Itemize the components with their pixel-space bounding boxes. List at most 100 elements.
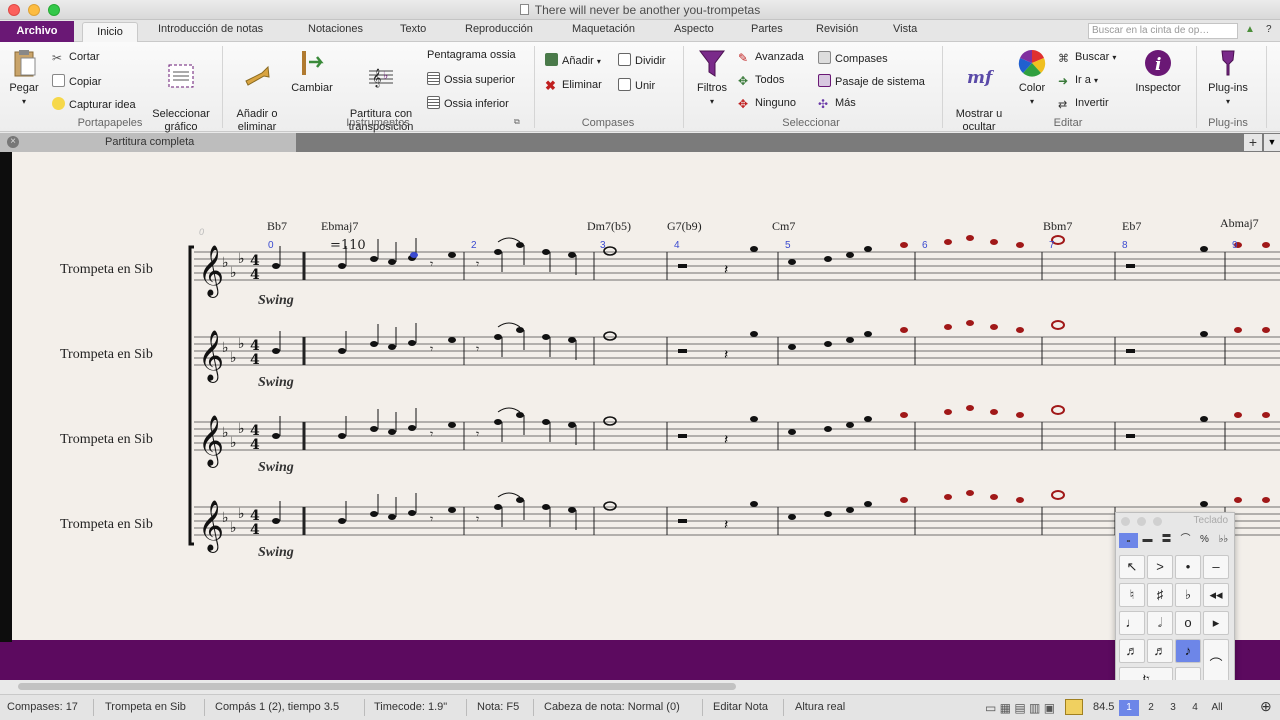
mas-button[interactable]: ✣ Más bbox=[818, 97, 856, 111]
avanzada-button[interactable]: ✎ Avanzada bbox=[738, 51, 804, 65]
keypad-whole-key[interactable]: o bbox=[1175, 611, 1201, 635]
instrument-name[interactable]: Trompeta en Sib bbox=[60, 347, 153, 363]
tab-aspecto[interactable]: Aspecto bbox=[674, 23, 714, 35]
anadir-eliminar-button[interactable]: Añadir o eliminar bbox=[228, 48, 286, 134]
keypad-play-key[interactable]: ▸ bbox=[1203, 611, 1229, 635]
help-icon[interactable]: ? bbox=[1266, 24, 1272, 35]
instrumentos-launcher-icon[interactable]: ⧉ bbox=[514, 117, 520, 127]
tab-partes[interactable]: Partes bbox=[751, 23, 783, 35]
new-tab-button[interactable]: + bbox=[1244, 134, 1262, 151]
keypad-tab-notes[interactable]: ▬ bbox=[1138, 533, 1157, 548]
score-canvas[interactable]: 𝄞♭♭♭ 44𝄞♭♭♭ 44𝄞♭♭♭ 44𝄞♭♭♭ 44 𝄾 𝄾 𝄽𝄾 𝄾 𝄽𝄾 𝄾 𝄽𝄾 𝄾 𝄽 0 … bbox=[12, 152, 1280, 640]
tab-inicio[interactable]: Inicio bbox=[82, 22, 138, 43]
invertir-button[interactable]: ⇄ Invertir bbox=[1058, 97, 1109, 111]
keypad-tab-jazz[interactable]: % bbox=[1195, 533, 1214, 548]
horizontal-scrollbar[interactable] bbox=[0, 680, 1280, 694]
cambiar-button[interactable]: Cambiar bbox=[288, 48, 336, 95]
tab-maquetacion[interactable]: Maquetación bbox=[572, 23, 635, 35]
tab-notaciones[interactable]: Notaciones bbox=[308, 23, 363, 35]
chord-symbol[interactable]: Abmaj7 bbox=[1220, 216, 1259, 231]
tab-menu-icon[interactable]: ▼ bbox=[1264, 134, 1280, 151]
layer-1-button[interactable]: 1 bbox=[1119, 700, 1139, 716]
ossia-inferior-button[interactable]: Ossia inferior bbox=[427, 96, 509, 110]
layer-4-button[interactable]: 4 bbox=[1185, 700, 1205, 716]
unir-button[interactable]: Unir bbox=[618, 78, 655, 92]
anadir-compas-button[interactable]: Añadir ▾ bbox=[545, 53, 601, 67]
eliminar-compas-button[interactable]: ✖ Eliminar bbox=[545, 78, 602, 93]
status-zoom[interactable]: 84.5 bbox=[1093, 701, 1114, 713]
keypad-flat-key[interactable]: ♭ bbox=[1175, 583, 1201, 607]
ir-a-button[interactable]: ➜ Ir a ▾ bbox=[1058, 74, 1098, 88]
chord-symbol[interactable]: Bb7 bbox=[267, 219, 287, 234]
note-head bbox=[900, 242, 908, 248]
keypad-32nd-key[interactable]: ♬ bbox=[1119, 639, 1145, 663]
buscar-button[interactable]: ⌘ Buscar ▾ bbox=[1058, 51, 1116, 65]
keypad-natural-key[interactable]: ♮ bbox=[1119, 583, 1145, 607]
color-button[interactable]: Color ▾ bbox=[1012, 48, 1052, 108]
plugins-button[interactable]: Plug-ins ▾ bbox=[1200, 48, 1256, 108]
style-mark[interactable]: Swing bbox=[258, 460, 294, 476]
layer-all-button[interactable]: All bbox=[1207, 700, 1227, 716]
pentagrama-ossia-button[interactable]: Pentagrama ossia bbox=[427, 49, 516, 61]
score-page[interactable]: 𝄞 ♭ ♭ ♭ 4 4 𝄞 ♭ ♭ ♭ 4 4 𝄞 ♭ ♭ ♭ 4 4 𝄞 ♭ ♭ ♭ 4 4 𝄾 𝄾 𝄽 𝄾 𝄾 𝄽 𝄾 𝄾 𝄽 𝄾 𝄾 𝄽 0 … bbox=[12, 152, 1280, 640]
keypad-staccato-key[interactable]: • bbox=[1175, 555, 1201, 579]
pegar-button[interactable]: Pegar ▾ bbox=[4, 48, 44, 108]
pasaje-sistema-button[interactable]: Pasaje de sistema bbox=[818, 74, 925, 88]
keypad-tab-tuplets[interactable]: ⌒ bbox=[1176, 533, 1195, 548]
chord-symbol[interactable]: Cm7 bbox=[772, 219, 795, 234]
chord-symbol[interactable]: Dm7(b5) bbox=[587, 219, 631, 234]
notes[interactable]: 𝄾 𝄾 𝄽 𝄾 𝄾 𝄽 𝄾 𝄾 𝄽 𝄾 𝄾 𝄽 bbox=[272, 235, 1270, 532]
keypad-tab-common[interactable]: 𝅝 bbox=[1119, 533, 1138, 548]
chord-symbol[interactable]: Eb7 bbox=[1122, 219, 1141, 234]
tab-partitura-completa[interactable]: × Partitura completa bbox=[0, 133, 296, 152]
dividir-button[interactable]: Dividir bbox=[618, 53, 666, 67]
tempo-mark[interactable]: =110 bbox=[330, 238, 366, 253]
layer-3-button[interactable]: 3 bbox=[1163, 700, 1183, 716]
close-tab-icon[interactable]: × bbox=[7, 136, 19, 148]
copiar-button[interactable]: Copiar bbox=[52, 74, 101, 88]
chord-symbol[interactable]: Bbm7 bbox=[1043, 219, 1072, 234]
inspector-button[interactable]: i Inspector bbox=[1128, 48, 1188, 95]
tab-vista[interactable]: Vista bbox=[893, 23, 917, 35]
instrument-name[interactable]: Trompeta en Sib bbox=[60, 432, 153, 448]
mostrar-ocultar-button[interactable]: mf Mostrar u ocultar bbox=[948, 48, 1010, 134]
layer-2-button[interactable]: 2 bbox=[1141, 700, 1161, 716]
tab-revision[interactable]: Revisión bbox=[816, 23, 858, 35]
keypad-half-key[interactable]: 𝅗𝅥 bbox=[1147, 611, 1173, 635]
keypad-accent-key[interactable]: > bbox=[1147, 555, 1173, 579]
keypad-tenuto-key[interactable]: – bbox=[1203, 555, 1229, 579]
keypad-quarter-key[interactable]: ♩ bbox=[1119, 611, 1145, 635]
keypad-16th-key[interactable]: ♬ bbox=[1147, 639, 1173, 663]
chord-symbol[interactable]: G7(b9) bbox=[667, 219, 702, 234]
keypad-sharp-key[interactable]: ♯ bbox=[1147, 583, 1173, 607]
instrument-name[interactable]: Trompeta en Sib bbox=[60, 262, 153, 278]
tab-introduccion-notas[interactable]: Introducción de notas bbox=[158, 23, 263, 35]
style-mark[interactable]: Swing bbox=[258, 545, 294, 561]
tab-texto[interactable]: Texto bbox=[400, 23, 426, 35]
keypad-rewind-key[interactable]: ◂◂ bbox=[1203, 583, 1229, 607]
compases-select-button[interactable]: Compases bbox=[818, 51, 888, 65]
view-mode-icons[interactable]: ▭ ▦ ▤ ▥ ▣ bbox=[985, 701, 1055, 715]
horizontal-scroll-thumb[interactable] bbox=[18, 683, 736, 690]
filtros-button[interactable]: Filtros ▾ bbox=[692, 48, 732, 108]
cortar-button[interactable]: ✂ Cortar bbox=[52, 51, 100, 65]
capturar-idea-button[interactable]: Capturar idea bbox=[52, 97, 136, 111]
collapse-ribbon-icon[interactable]: ▲ bbox=[1245, 24, 1255, 35]
focus-view-icon[interactable] bbox=[1065, 699, 1083, 715]
instrument-name[interactable]: Trompeta en Sib bbox=[60, 517, 153, 533]
chord-symbol[interactable]: Ebmaj7 bbox=[321, 219, 358, 234]
keypad-tab-beams[interactable]: 〓 bbox=[1157, 533, 1176, 548]
zoom-in-icon[interactable]: ⊕ bbox=[1260, 698, 1272, 715]
tab-archivo[interactable]: Archivo bbox=[0, 21, 74, 42]
keypad-eighth-key[interactable]: ♪ bbox=[1175, 639, 1201, 663]
ninguno-button[interactable]: ✥ Ninguno bbox=[738, 97, 796, 111]
tab-reproduccion[interactable]: Reproducción bbox=[465, 23, 533, 35]
keypad-select-key[interactable]: ↖ bbox=[1119, 555, 1145, 579]
style-mark[interactable]: Swing bbox=[258, 293, 294, 309]
ribbon-search-input[interactable]: Buscar en la cinta de op… bbox=[1088, 23, 1238, 39]
ossia-superior-button[interactable]: Ossia superior bbox=[427, 72, 515, 86]
keypad-tab-accidentals[interactable]: ♭♭ bbox=[1214, 533, 1233, 548]
todos-button[interactable]: ✥ Todos bbox=[738, 74, 784, 88]
keypad-panel[interactable]: Teclado 𝅝 ▬ 〓 ⌒ % ♭♭ ↖ > • – ♮ ♯ ♭ ◂◂ ♩ … bbox=[1115, 512, 1235, 694]
style-mark[interactable]: Swing bbox=[258, 375, 294, 391]
